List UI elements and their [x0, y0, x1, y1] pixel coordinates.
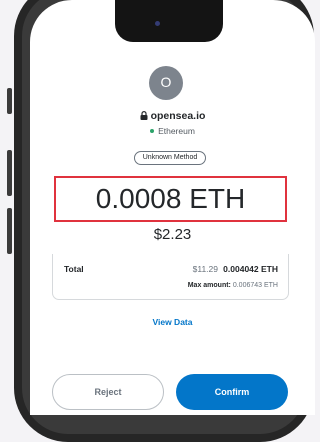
- reject-button[interactable]: Reject: [52, 374, 164, 410]
- network-name: Ethereum: [158, 126, 195, 136]
- confirm-button[interactable]: Confirm: [176, 374, 288, 410]
- lock-icon: [140, 111, 148, 120]
- phone-notch: [115, 0, 223, 42]
- network-status-dot-icon: [150, 129, 155, 133]
- total-fiat-value: $11.29: [192, 264, 218, 274]
- dapp-avatar: O: [149, 66, 183, 100]
- transaction-fiat-amount: $2.23: [153, 226, 192, 243]
- phone-side-button: [7, 150, 12, 196]
- max-amount-value: 0.006743 ETH: [232, 282, 278, 289]
- network-indicator: Ethereum: [30, 126, 315, 136]
- view-data-link[interactable]: View Data: [30, 317, 315, 327]
- phone-side-button: [7, 208, 12, 254]
- dapp-origin: opensea.io: [30, 110, 315, 122]
- total-eth-value: 0.004042 ETH: [223, 264, 278, 274]
- camera-icon: [155, 21, 160, 26]
- dapp-origin-label: opensea.io: [150, 110, 206, 122]
- max-amount-label: Max amount:: [187, 282, 231, 289]
- total-summary-card: Total $11.29 0.004042 ETH Max amount: 0.…: [52, 254, 289, 300]
- method-badge: Unknown Method: [134, 151, 206, 165]
- app-screen: O opensea.io Ethereum Unknown Method 0.0…: [30, 0, 315, 415]
- phone-side-button: [7, 88, 12, 114]
- dapp-avatar-letter: O: [160, 74, 172, 90]
- total-label: Total: [64, 264, 84, 274]
- transaction-amount: 0.0008 ETH: [54, 176, 287, 222]
- max-amount-row: Max amount: 0.006743 ETH: [188, 282, 278, 289]
